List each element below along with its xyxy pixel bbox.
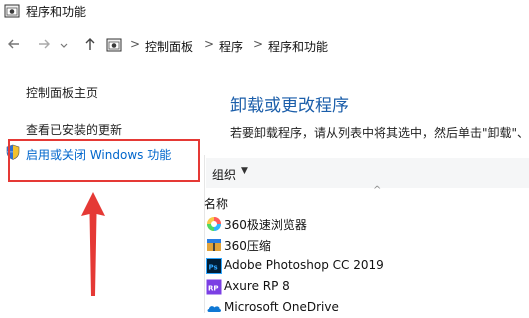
chevron-down-icon: ▼ — [241, 166, 248, 176]
breadcrumb-separator: > — [130, 37, 141, 51]
title-bar: 程序和功能 — [0, 0, 529, 24]
breadcrumb-separator: > — [253, 37, 264, 51]
program-name: 360极速浏览器 — [224, 218, 307, 232]
sidebar-item-view-installed-updates[interactable]: 查看已安装的更新 — [26, 121, 122, 138]
control-panel-icon — [106, 38, 122, 52]
list-item[interactable]: 360极速浏览器 — [204, 214, 529, 234]
list-item[interactable]: Ps Adobe Photoshop CC 2019 — [204, 256, 529, 276]
column-header-name[interactable]: 名称 — [204, 195, 228, 212]
forward-button[interactable] — [34, 36, 54, 56]
program-name: Adobe Photoshop CC 2019 — [224, 258, 384, 272]
window-title: 程序和功能 — [26, 5, 87, 19]
sort-indicator-icon: ^ — [373, 185, 382, 196]
toolbar — [206, 158, 529, 188]
list-item[interactable]: Microsoft OneDrive — [204, 298, 529, 318]
program-name: 360压缩 — [224, 239, 271, 253]
arrow-left-icon — [8, 39, 19, 49]
photoshop-icon: Ps — [206, 258, 222, 274]
onedrive-icon — [207, 306, 221, 312]
arrow-up-icon — [85, 38, 95, 50]
breadcrumb-programs[interactable]: 程序 — [219, 38, 243, 55]
red-arrow-annotation — [81, 192, 105, 296]
recent-locations-button[interactable] — [58, 36, 70, 56]
up-button[interactable] — [80, 36, 100, 56]
control-panel-icon — [4, 4, 20, 18]
chevron-down-icon — [60, 43, 68, 48]
axure-icon: RP — [206, 279, 222, 295]
program-name: Axure RP 8 — [224, 279, 290, 293]
highlight-box — [8, 139, 200, 182]
breadcrumb-control-panel[interactable]: 控制面板 — [145, 38, 193, 55]
sidebar-item-control-panel-home[interactable]: 控制面板主页 — [26, 84, 98, 101]
organize-button[interactable]: 组织 — [212, 166, 236, 183]
360-zip-icon — [207, 239, 221, 251]
arrow-right-icon — [39, 39, 50, 49]
program-name: Microsoft OneDrive — [224, 300, 339, 314]
breadcrumb-separator: > — [204, 37, 215, 51]
svg-text:RP: RP — [208, 285, 219, 293]
back-button[interactable] — [4, 36, 24, 56]
360-browser-icon — [207, 217, 221, 231]
list-item[interactable]: RP Axure RP 8 — [204, 277, 529, 297]
list-item[interactable]: 360压缩 — [204, 235, 529, 255]
page-description: 若要卸载程序，请从列表中将其选中，然后单击"卸载"、 — [230, 126, 529, 140]
breadcrumb-programs-and-features[interactable]: 程序和功能 — [268, 38, 328, 55]
svg-text:Ps: Ps — [209, 264, 218, 272]
page-title: 卸载或更改程序 — [230, 96, 349, 116]
